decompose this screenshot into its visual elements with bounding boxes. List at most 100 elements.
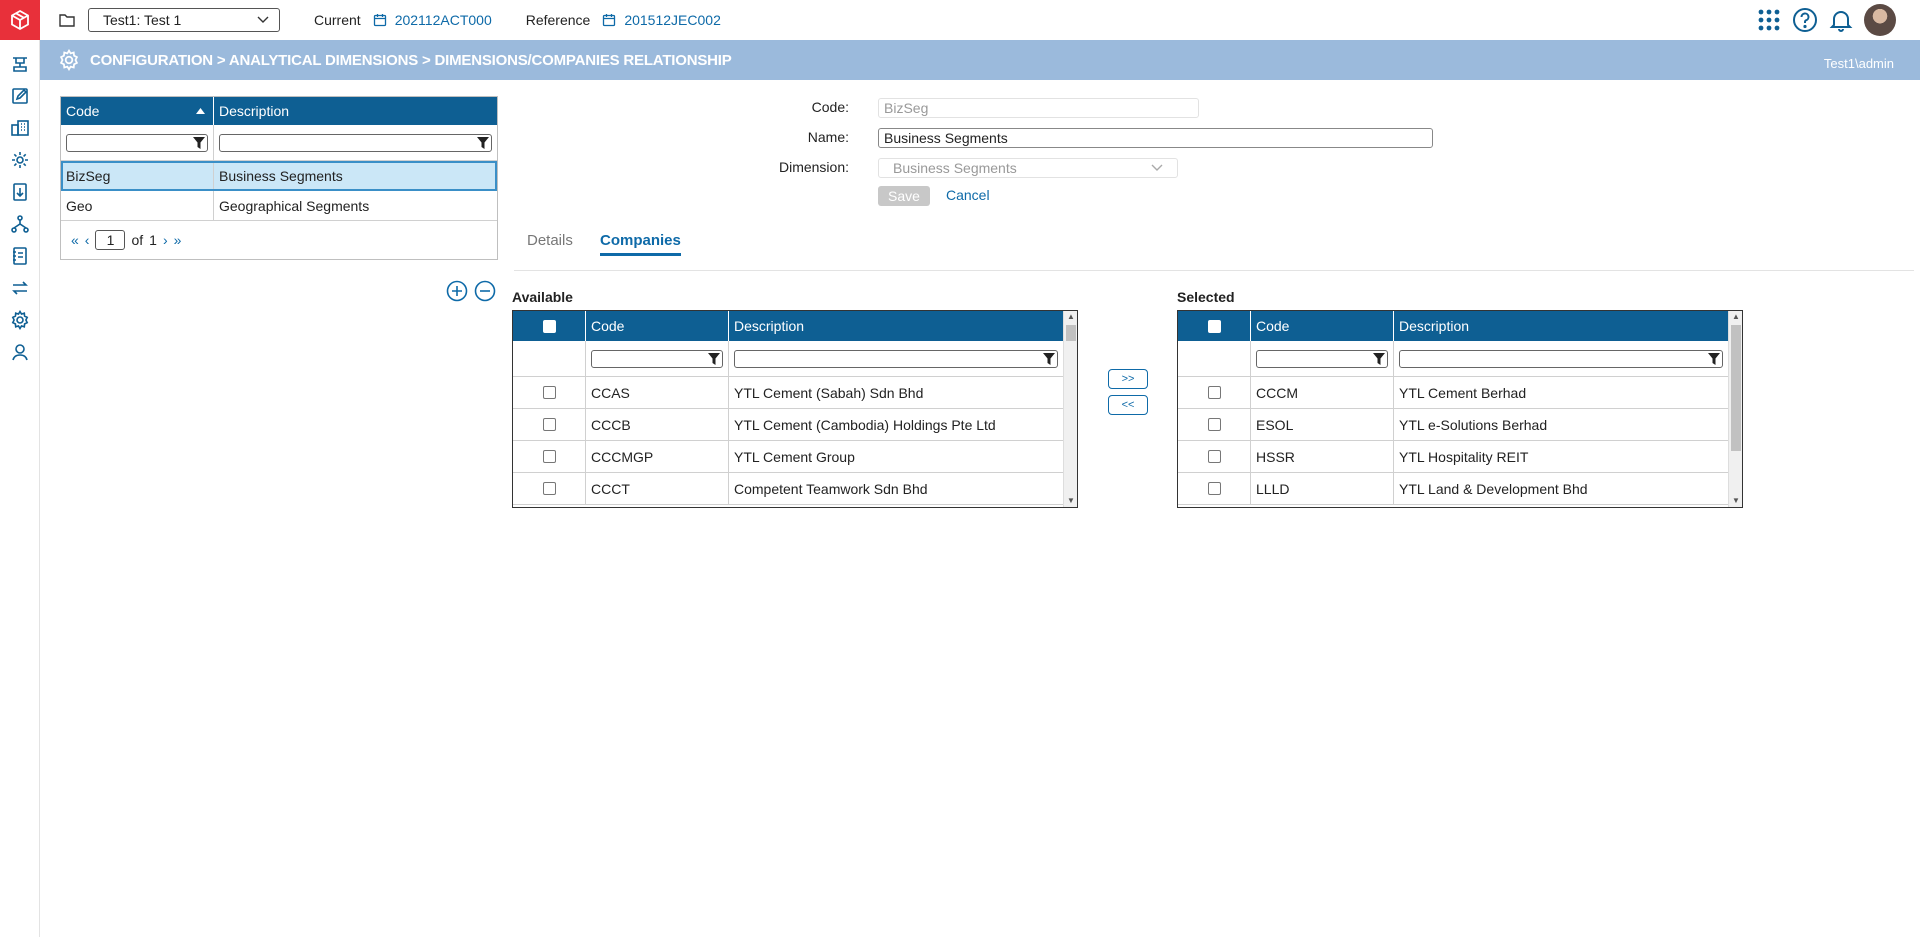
save-button[interactable]: Save — [878, 186, 930, 206]
edit-document-icon[interactable] — [0, 80, 40, 112]
calendar-icon[interactable] — [373, 13, 387, 27]
report-icon[interactable] — [0, 176, 40, 208]
filter-icon[interactable] — [477, 136, 489, 149]
table-row[interactable]: CCAS YTL Cement (Sabah) Sdn Bhd — [513, 377, 1077, 409]
row-checkbox[interactable] — [1207, 386, 1221, 399]
apps-grid-icon[interactable] — [1756, 7, 1782, 33]
calendar-icon[interactable] — [602, 13, 616, 27]
move-to-selected-button[interactable]: >> — [1108, 369, 1148, 389]
add-dimension-plus-icon[interactable] — [446, 280, 468, 302]
filter-icon[interactable] — [708, 352, 720, 365]
row-checkbox[interactable] — [1207, 450, 1221, 463]
row-code: Geo — [61, 191, 214, 220]
hierarchy-icon[interactable] — [0, 48, 40, 80]
name-label: Name: — [807, 129, 849, 145]
filter-cell — [214, 125, 497, 160]
scroll-thumb[interactable] — [1066, 325, 1076, 341]
table-row[interactable]: BizSeg Business Segments — [61, 161, 497, 191]
user-settings-icon[interactable] — [0, 336, 40, 368]
selected-grid: Code Description CCCM YTL Cement Berhad … — [1177, 310, 1743, 508]
code-field[interactable]: BizSeg — [878, 98, 1199, 118]
filter-row — [513, 341, 1077, 377]
scroll-up-icon[interactable]: ▲ — [1067, 312, 1075, 322]
breadcrumb: CONFIGURATION > ANALYTICAL DIMENSIONS > … — [90, 51, 732, 69]
company-select[interactable]: Test1: Test 1 — [88, 8, 280, 32]
column-header-code[interactable]: Code — [61, 97, 214, 125]
row-code: CCAS — [586, 377, 729, 408]
column-header-code[interactable]: Code — [1251, 311, 1394, 341]
tab-companies[interactable]: Companies — [600, 232, 681, 256]
reference-period-link[interactable]: 201512JEC002 — [624, 12, 721, 28]
row-checkbox[interactable] — [542, 418, 556, 431]
filter-icon[interactable] — [1708, 352, 1720, 365]
notifications-bell-icon[interactable] — [1828, 7, 1854, 33]
page-number-input[interactable]: 1 — [95, 230, 126, 250]
last-page-icon[interactable]: » — [174, 232, 182, 248]
row-checkbox[interactable] — [542, 450, 556, 463]
table-row[interactable]: Geo Geographical Segments — [61, 191, 497, 221]
select-all-cell — [1178, 311, 1251, 341]
table-row[interactable]: ESOL YTL e-Solutions Berhad — [1178, 409, 1742, 441]
scroll-thumb[interactable] — [1731, 325, 1741, 451]
nav-rail — [0, 0, 40, 937]
journal-icon[interactable] — [0, 240, 40, 272]
scroll-up-icon[interactable]: ▲ — [1732, 312, 1740, 322]
selected-scrollbar[interactable]: ▲ ▼ — [1728, 311, 1742, 507]
scroll-down-icon[interactable]: ▼ — [1732, 496, 1740, 506]
description-filter-input[interactable] — [734, 349, 1058, 368]
column-header-description[interactable]: Description — [1394, 311, 1728, 341]
row-checkbox[interactable] — [1207, 482, 1221, 495]
select-all-checkbox[interactable] — [1207, 319, 1221, 333]
available-scrollbar[interactable]: ▲ ▼ — [1063, 311, 1077, 507]
company-select-value: Test1: Test 1 — [103, 12, 182, 28]
filter-icon[interactable] — [1043, 352, 1055, 365]
remove-dimension-minus-icon[interactable] — [474, 280, 496, 302]
description-filter-input[interactable] — [1399, 349, 1723, 368]
table-row[interactable]: CCCM YTL Cement Berhad — [1178, 377, 1742, 409]
name-field[interactable]: Business Segments — [878, 128, 1433, 148]
org-chart-icon[interactable] — [0, 208, 40, 240]
row-checkbox[interactable] — [542, 386, 556, 399]
help-icon[interactable] — [1792, 7, 1818, 33]
user-avatar[interactable] — [1864, 4, 1896, 36]
row-checkbox-cell — [1178, 441, 1251, 472]
table-row[interactable]: LLLD YTL Land & Development Bhd — [1178, 473, 1742, 505]
column-header-description[interactable]: Description — [214, 97, 497, 125]
previous-page-icon[interactable]: ‹ — [85, 232, 90, 248]
row-description: YTL Cement (Cambodia) Holdings Pte Ltd — [734, 416, 996, 433]
first-page-icon[interactable]: « — [71, 232, 79, 248]
dimension-select[interactable]: Business Segments — [878, 158, 1178, 178]
app-logo-icon[interactable] — [0, 0, 40, 40]
code-filter-input[interactable] — [1256, 349, 1388, 368]
column-header-description[interactable]: Description — [729, 311, 1063, 341]
row-checkbox[interactable] — [1207, 418, 1221, 431]
table-row[interactable]: HSSR YTL Hospitality REIT — [1178, 441, 1742, 473]
code-label: Code: — [811, 99, 849, 115]
code-filter-input[interactable] — [591, 349, 723, 368]
row-checkbox[interactable] — [542, 482, 556, 495]
column-header-code[interactable]: Code — [586, 311, 729, 341]
filter-icon[interactable] — [193, 136, 205, 149]
tab-details[interactable]: Details — [527, 232, 573, 249]
folder-icon[interactable] — [58, 11, 76, 29]
filter-icon[interactable] — [1373, 352, 1385, 365]
settings-icon[interactable] — [0, 304, 40, 336]
table-row[interactable]: CCCT Competent Teamwork Sdn Bhd — [513, 473, 1077, 505]
next-page-icon[interactable]: › — [163, 232, 168, 248]
grid-header: Code Description — [513, 311, 1077, 341]
table-row[interactable]: CCCMGP YTL Cement Group — [513, 441, 1077, 473]
transfer-icon[interactable] — [0, 272, 40, 304]
move-to-available-button[interactable]: << — [1108, 395, 1148, 415]
scroll-down-icon[interactable]: ▼ — [1067, 496, 1075, 506]
sort-ascending-icon — [196, 108, 205, 114]
current-period-link[interactable]: 202112ACT000 — [395, 12, 492, 28]
tab-divider — [514, 270, 1914, 271]
code-filter-input[interactable] — [66, 133, 208, 152]
cancel-button[interactable]: Cancel — [946, 187, 990, 203]
buildings-icon[interactable] — [0, 112, 40, 144]
description-filter-input[interactable] — [219, 133, 492, 152]
select-all-checkbox[interactable] — [542, 319, 556, 333]
configuration-gear-icon[interactable] — [0, 144, 40, 176]
configuration-gear-icon — [59, 49, 79, 71]
table-row[interactable]: CCCB YTL Cement (Cambodia) Holdings Pte … — [513, 409, 1077, 441]
